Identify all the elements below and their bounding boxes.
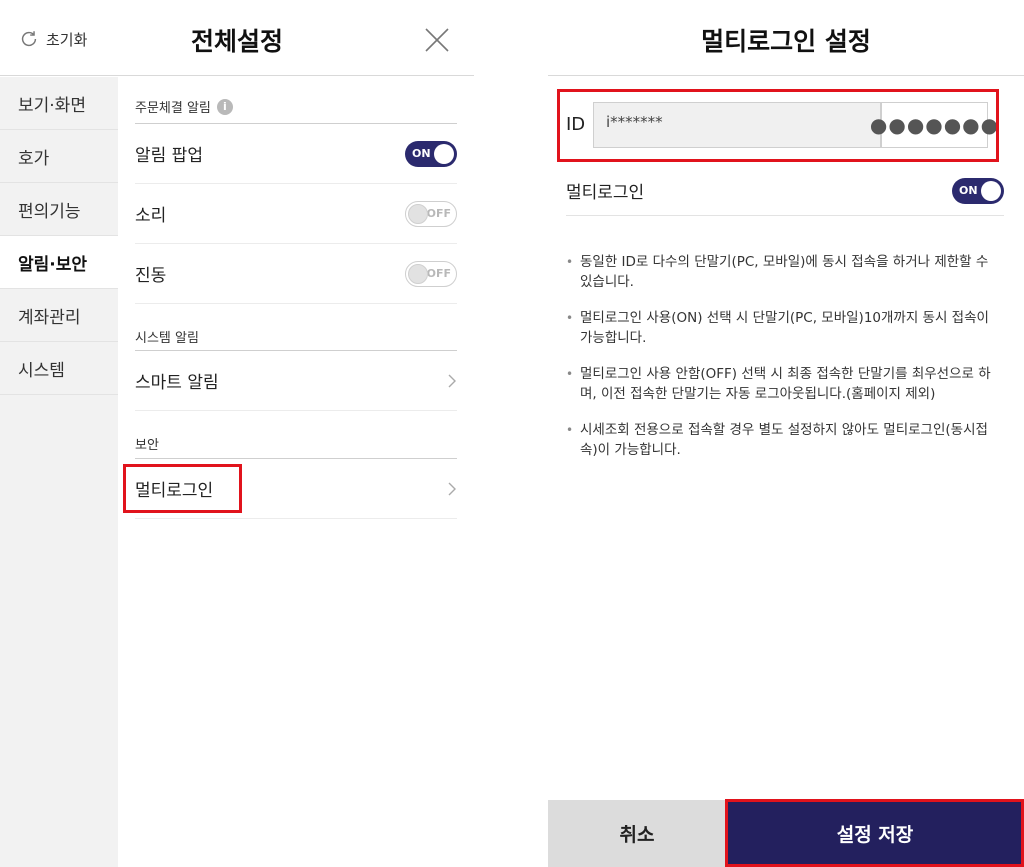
- note-item: 시세조회 전용으로 접속할 경우 별도 설정하지 않아도 멀티로그인(동시접속)…: [566, 420, 1004, 460]
- row-vibration[interactable]: 진동 OFF: [135, 244, 457, 304]
- toggle-knob: [408, 203, 428, 224]
- settings-header: 초기화 전체설정: [0, 0, 474, 76]
- multi-login-toggle[interactable]: ON: [952, 177, 1004, 204]
- highlight-id-row: [557, 89, 999, 162]
- sidebar-item-convenience[interactable]: 편의기능: [0, 183, 118, 236]
- section-header-order-alert: 주문체결 알림 i: [135, 97, 457, 116]
- section-title: 보안: [135, 438, 159, 453]
- row-label: 소리: [135, 206, 167, 226]
- vibration-toggle[interactable]: OFF: [405, 260, 457, 287]
- toggle-knob: [408, 263, 428, 284]
- chevron-right-icon: [448, 482, 456, 495]
- panel-gap: [474, 0, 548, 867]
- highlight-save-button: [725, 799, 1024, 867]
- alert-popup-toggle[interactable]: ON: [405, 140, 457, 167]
- multi-login-panel: 멀티로그인 설정 ID i******* ●●●●●●● 멀티로그인 ON 동일…: [548, 0, 1024, 867]
- row-alert-popup[interactable]: 알림 팝업 ON: [135, 124, 457, 184]
- row-smart-alert[interactable]: 스마트 알림: [135, 351, 457, 411]
- info-icon[interactable]: i: [216, 98, 233, 115]
- toggle-state-label: OFF: [426, 267, 451, 280]
- sidebar-item-quote[interactable]: 호가: [0, 130, 118, 183]
- sidebar-item-alert-security[interactable]: 알림·보안: [0, 236, 118, 289]
- highlight-multi-login: [123, 464, 242, 513]
- row-label: 스마트 알림: [135, 373, 219, 393]
- toggle-state-label: ON: [959, 184, 978, 197]
- settings-sidebar: 보기·화면 호가 편의기능 알림·보안 계좌관리 시스템: [0, 77, 118, 867]
- row-label: 알림 팝업: [135, 146, 203, 166]
- sound-toggle[interactable]: OFF: [405, 200, 457, 227]
- row-multi-login-toggle[interactable]: 멀티로그인 ON: [566, 166, 1004, 216]
- notes-list: 동일한 ID로 다수의 단말기(PC, 모바일)에 동시 접속을 하거나 제한할…: [566, 252, 1004, 476]
- toggle-state-label: OFF: [426, 207, 451, 220]
- sidebar-item-view[interactable]: 보기·화면: [0, 77, 118, 130]
- row-label: 진동: [135, 266, 167, 286]
- multi-login-label: 멀티로그인: [566, 183, 645, 203]
- cancel-button[interactable]: 취소: [548, 800, 726, 867]
- note-item: 멀티로그인 사용(ON) 선택 시 단말기(PC, 모바일)10개까지 동시 접…: [566, 308, 1004, 348]
- page-title: 멀티로그인 설정: [701, 27, 871, 56]
- section-header-security: 보안: [135, 434, 457, 453]
- toggle-knob: [981, 180, 1001, 201]
- row-sound[interactable]: 소리 OFF: [135, 184, 457, 244]
- sidebar-item-account[interactable]: 계좌관리: [0, 289, 118, 342]
- chevron-right-icon: [448, 374, 456, 387]
- page-title: 전체설정: [190, 27, 283, 56]
- close-icon[interactable]: [423, 26, 451, 54]
- note-item: 동일한 ID로 다수의 단말기(PC, 모바일)에 동시 접속을 하거나 제한할…: [566, 252, 1004, 292]
- multi-login-header: 멀티로그인 설정: [548, 0, 1024, 76]
- section-title: 시스템 알림: [135, 331, 199, 346]
- section-title: 주문체결 알림: [135, 101, 211, 116]
- section-header-system-alert: 시스템 알림: [135, 327, 457, 346]
- toggle-state-label: ON: [412, 147, 431, 160]
- sidebar-item-system[interactable]: 시스템: [0, 342, 118, 395]
- settings-panel: 초기화 전체설정 보기·화면 호가 편의기능 알림·보안 계좌관리 시스템 주문…: [0, 0, 474, 867]
- note-item: 멀티로그인 사용 안함(OFF) 선택 시 최종 접속한 단말기를 최우선으로 …: [566, 364, 1004, 404]
- toggle-knob: [434, 143, 454, 164]
